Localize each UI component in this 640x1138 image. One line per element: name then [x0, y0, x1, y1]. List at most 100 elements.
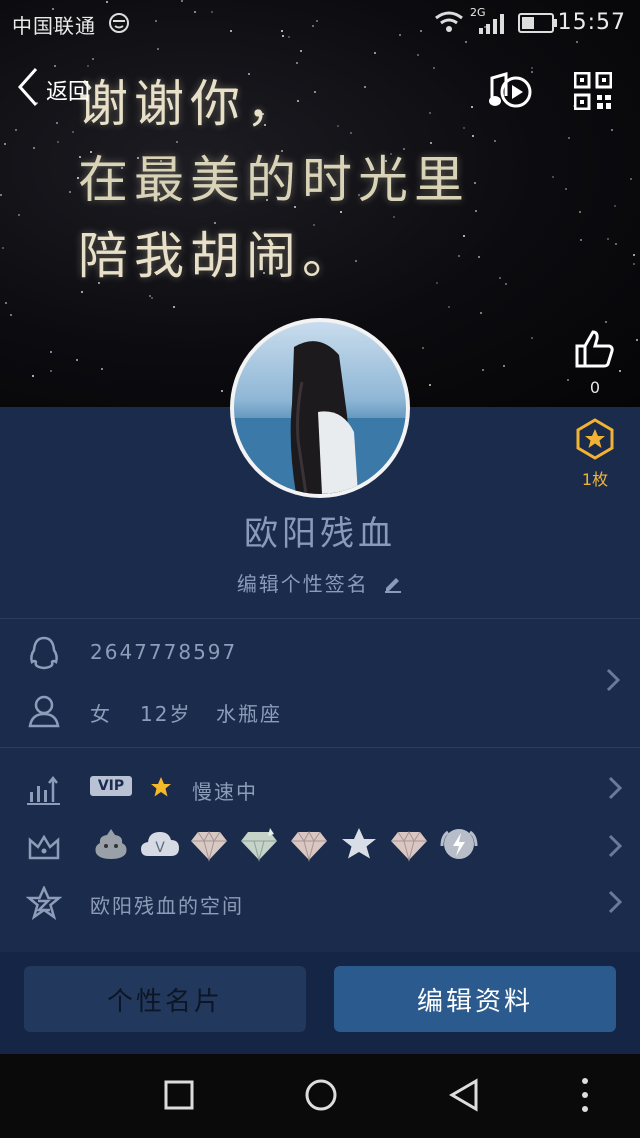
banner-star: [505, 283, 507, 285]
edit-signature-link[interactable]: 编辑个性签名: [0, 568, 640, 598]
banner-text: 谢谢你， 在最美的时光里 陪我胡闹。: [78, 66, 470, 294]
banner-star: [5, 302, 7, 304]
banner-star: [0, 194, 2, 196]
diamond-icon: [290, 826, 328, 862]
action-bar: 个性名片 编辑资料: [0, 952, 640, 1054]
triangle-back-icon: [449, 1078, 478, 1112]
star-icon: [150, 776, 172, 802]
qq-number-row: 2647778597: [0, 626, 640, 678]
banner-star: [2, 247, 4, 249]
banner-star: [633, 263, 635, 265]
banner-star: [300, 50, 302, 52]
banner-star: [499, 277, 501, 279]
banner-star: [296, 62, 298, 64]
banner-star: [448, 306, 450, 308]
back-nav-button[interactable]: [448, 1078, 480, 1116]
banner-star: [422, 347, 424, 349]
qq-number: 2647778597: [90, 640, 238, 664]
avatar[interactable]: [230, 318, 410, 498]
banner-star: [478, 256, 480, 258]
banner-line: 陪我胡闹。: [78, 227, 358, 285]
banner-star: [579, 211, 581, 213]
recent-apps-button[interactable]: [164, 1080, 194, 1114]
banner-star: [54, 65, 56, 67]
banner-star: [32, 375, 34, 377]
qzone-star-icon: [25, 884, 63, 921]
wifi-icon: [434, 10, 464, 39]
banner-star: [15, 129, 17, 131]
banner-star: [151, 297, 153, 299]
home-button[interactable]: [304, 1078, 338, 1116]
more-button[interactable]: [580, 1076, 590, 1118]
banner-star: [221, 390, 223, 392]
nickname: 欧阳残血: [244, 514, 396, 554]
qzone-row[interactable]: 欧阳残血的空间: [0, 876, 640, 928]
badges-row[interactable]: V: [0, 820, 640, 872]
avatar-photo: [234, 341, 406, 494]
banner-line: 谢谢你，: [78, 75, 302, 133]
qr-code-button[interactable]: [573, 71, 613, 111]
svg-text:V: V: [155, 840, 165, 856]
more-vertical-icon: [582, 1078, 588, 1112]
banner-star: [92, 58, 94, 60]
status-bar: 中国联通 2G 15:57: [0, 0, 640, 44]
banner-star: [636, 339, 638, 341]
banner-star: [605, 321, 607, 323]
back-button[interactable]: 返回: [16, 68, 90, 112]
banner-star: [568, 137, 570, 139]
vip-badge: VIP: [90, 776, 132, 796]
edit-profile-button[interactable]: 编辑资料: [334, 966, 616, 1032]
banner-star: [4, 143, 6, 145]
banner-star: [50, 351, 52, 353]
signal-icon: [478, 14, 506, 39]
section-divider: [0, 747, 640, 748]
zodiac: 水瓶座: [216, 702, 282, 726]
chevron-right-icon: [608, 890, 623, 914]
thumbs-up-icon: [575, 330, 614, 368]
banner-star: [101, 368, 103, 370]
diamond-icon: [240, 826, 278, 862]
banner-star: [173, 306, 175, 308]
age: 12岁: [140, 702, 192, 726]
banner-star: [619, 370, 621, 372]
banner-star: [633, 254, 635, 256]
banner-star: [615, 243, 617, 245]
profile-card-button[interactable]: 个性名片: [24, 966, 306, 1032]
battery-icon: [518, 12, 558, 39]
banner-star: [472, 135, 474, 137]
banner-star: [607, 238, 609, 240]
banner-star: [531, 67, 533, 69]
banner-star: [374, 52, 376, 54]
carrier-label: 中国联通: [12, 14, 96, 38]
banner-star: [76, 359, 78, 361]
basic-info-row[interactable]: 女 12岁 水瓶座: [0, 684, 640, 736]
banner-star: [482, 369, 484, 371]
music-button[interactable]: [486, 70, 534, 114]
like-button[interactable]: [574, 328, 616, 370]
section-divider: [0, 618, 640, 619]
square-icon: [164, 1080, 194, 1110]
medal-button[interactable]: [574, 418, 616, 460]
banner-star: [614, 205, 616, 207]
signature-placeholder: 编辑个性签名: [236, 572, 369, 596]
banner-star: [149, 295, 151, 297]
banner-star: [565, 188, 567, 190]
banner-star: [10, 314, 12, 316]
gender: 女: [90, 702, 112, 726]
level-chart-icon: [26, 772, 62, 806]
chevron-right-icon[interactable]: [606, 668, 621, 692]
chevron-left-icon: [16, 67, 40, 113]
music-play-icon: [489, 72, 532, 108]
pencil-icon: [383, 573, 403, 598]
lightning-badge-icon: [440, 826, 478, 862]
banner-star: [50, 370, 52, 372]
clock: 15:57: [557, 10, 626, 35]
banner-star: [580, 239, 582, 241]
banner-star: [531, 337, 533, 339]
qr-code-icon: [573, 71, 613, 111]
navigation-bar: [0, 1054, 640, 1138]
level-row[interactable]: VIP 慢速中: [0, 762, 640, 814]
crown-icon: [26, 830, 62, 864]
banner-line: 在最美的时光里: [78, 151, 470, 209]
banner-star: [72, 131, 74, 133]
